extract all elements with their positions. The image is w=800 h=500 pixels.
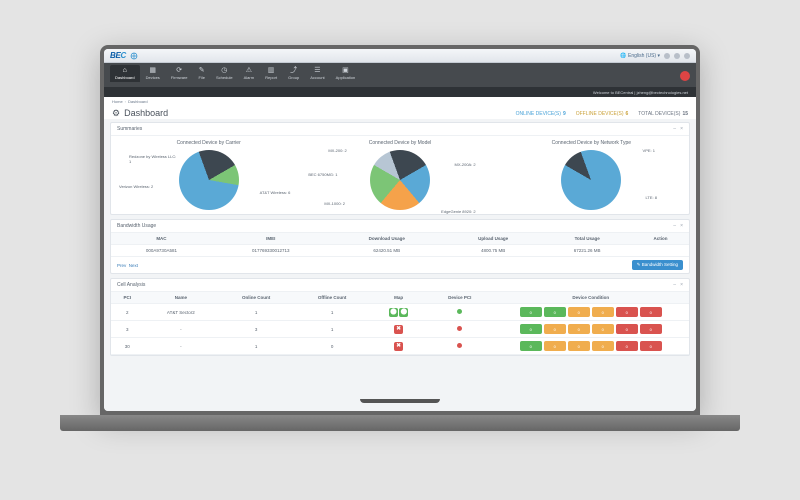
bandwidth-panel: Bandwidth Usage –× MACIMEIDownload Usage…	[110, 219, 690, 274]
avatar[interactable]	[680, 71, 690, 81]
pie-label: BEC 6750MG: 1	[308, 172, 337, 177]
window-control[interactable]	[664, 53, 670, 59]
nav-application[interactable]: ▣Application	[331, 65, 361, 82]
titlebar: BEC 🌐 English (US) ▾	[104, 49, 696, 63]
chart-network: Connected Device by Network Type VPE: 1 …	[496, 140, 687, 210]
table-row[interactable]: 30-10✖000000	[111, 338, 689, 355]
nav-dashboard[interactable]: ⌂Dashboard	[110, 65, 140, 82]
charts-row: Connected Device by Carrier Verizon Wire…	[111, 136, 689, 214]
nav-file[interactable]: ✎File	[193, 65, 209, 82]
breadcrumb: Home›Dashboard	[104, 97, 696, 106]
pie-label: Verizon Wireless: 2	[119, 184, 153, 189]
alarm-icon: ⚠	[246, 67, 252, 74]
total-count: TOTAL DEVICE(S) 15	[638, 111, 688, 117]
window-control[interactable]	[674, 53, 680, 59]
bandwidth-table: MACIMEIDownload UsageUpload UsageTotal U…	[111, 233, 689, 257]
cell-table: PCINameOnline CountOffline CountMapDevic…	[111, 292, 689, 355]
close-icon[interactable]: ×	[680, 282, 683, 288]
home-icon: ⌂	[123, 67, 127, 74]
panel-title: Summaries	[117, 126, 142, 132]
chart-carrier: Connected Device by Carrier Verizon Wire…	[113, 140, 304, 210]
pie-network	[561, 150, 621, 210]
table-header-row: MACIMEIDownload UsageUpload UsageTotal U…	[111, 233, 689, 245]
pie-label: Redzone by Wireless LLC: 1	[129, 154, 179, 164]
titlebar-right: 🌐 English (US) ▾	[620, 53, 690, 59]
collapse-icon[interactable]: –	[673, 223, 676, 229]
close-icon[interactable]: ×	[680, 223, 683, 229]
collapse-icon[interactable]: –	[673, 282, 676, 288]
welcome-bar: Welcome to BECentral | jzheng@bectechnol…	[104, 87, 696, 97]
globe-icon	[130, 52, 138, 60]
nav-schedule[interactable]: ◷Schedule	[211, 65, 238, 82]
pie-label: MX-200A: 2	[455, 162, 476, 167]
chart-model: Connected Device by Model MX-200: 2 MX-2…	[304, 140, 495, 210]
next-link[interactable]: Next	[129, 263, 138, 268]
nav-devices[interactable]: ▦Devices	[141, 65, 165, 82]
close-icon[interactable]: ×	[680, 126, 683, 132]
device-counts: ONLINE DEVICE(S) 9 OFFLINE DEVICE(S) 6 T…	[516, 111, 688, 117]
pie-label: MX-200: 2	[328, 148, 346, 153]
gear-icon: ⚙	[112, 108, 120, 118]
summaries-panel: Summaries –× Connected Device by Carrier…	[110, 122, 690, 215]
nav-account[interactable]: ☰Account	[305, 65, 329, 82]
nav-alarm[interactable]: ⚠Alarm	[239, 65, 259, 82]
breadcrumb-home[interactable]: Home	[112, 99, 123, 104]
lang-selector[interactable]: 🌐 English (US) ▾	[620, 53, 660, 59]
panel-title: Cell Analysis	[117, 282, 145, 288]
collapse-icon[interactable]: –	[673, 126, 676, 132]
screen-bezel: BEC 🌐 English (US) ▾ ⌂Dashboard ▦Devices…	[100, 45, 700, 415]
pie-model	[370, 150, 430, 210]
brand-logo: BEC	[110, 51, 126, 60]
laptop-base	[60, 415, 740, 431]
online-count: ONLINE DEVICE(S) 9	[516, 111, 566, 117]
pager: Prev Next ✎ Bandwidth Setting	[111, 257, 689, 273]
account-icon: ☰	[314, 67, 320, 74]
refresh-icon: ⟳	[176, 67, 182, 74]
nav-firmware[interactable]: ⟳Firmware	[166, 65, 193, 82]
content-area: Summaries –× Connected Device by Carrier…	[104, 119, 696, 411]
app-icon: ▣	[342, 67, 349, 74]
page-title: Dashboard	[124, 108, 168, 118]
pie-label: LTE: 8	[645, 195, 657, 200]
pie-label: AT&T Wireless: 6	[260, 190, 291, 195]
table-row[interactable]: 000A9730A58101776933001271362420.51 MB48…	[111, 245, 689, 257]
clock-icon: ◷	[221, 67, 227, 74]
offline-count: OFFLINE DEVICE(S) 6	[576, 111, 629, 117]
pie-label: MX-1000: 2	[324, 201, 345, 206]
file-icon: ✎	[199, 67, 205, 74]
grid-icon: ▦	[149, 67, 156, 74]
laptop-mockup: BEC 🌐 English (US) ▾ ⌂Dashboard ▦Devices…	[80, 45, 720, 445]
breadcrumb-current: Dashboard	[128, 99, 148, 104]
cell-analysis-panel: Cell Analysis –× PCINameOnline CountOffl…	[110, 278, 690, 356]
nav-group[interactable]: ⤴Group	[283, 65, 304, 82]
panel-title: Bandwidth Usage	[117, 223, 156, 229]
window-control[interactable]	[684, 53, 690, 59]
share-icon: ⤴	[290, 67, 297, 74]
prev-link[interactable]: Prev	[117, 263, 126, 268]
nav-report[interactable]: ▥Report	[260, 65, 282, 82]
main-nav: ⌂Dashboard ▦Devices ⟳Firmware ✎File ◷Sch…	[104, 63, 696, 87]
pie-label: EdgeGenie 8920: 2	[441, 209, 475, 214]
report-icon: ▥	[268, 67, 275, 74]
table-row[interactable]: 2AT&T Sector211⬤ ⬤000000	[111, 304, 689, 321]
table-row[interactable]: 3-31✖000000	[111, 321, 689, 338]
pie-carrier	[179, 150, 239, 210]
table-header-row: PCINameOnline CountOffline CountMapDevic…	[111, 292, 689, 304]
app-window: BEC 🌐 English (US) ▾ ⌂Dashboard ▦Devices…	[104, 49, 696, 411]
page-header: ⚙ Dashboard ONLINE DEVICE(S) 9 OFFLINE DE…	[104, 106, 696, 119]
pie-label: VPE: 1	[643, 148, 655, 153]
bandwidth-setting-button[interactable]: ✎ Bandwidth Setting	[632, 260, 683, 270]
